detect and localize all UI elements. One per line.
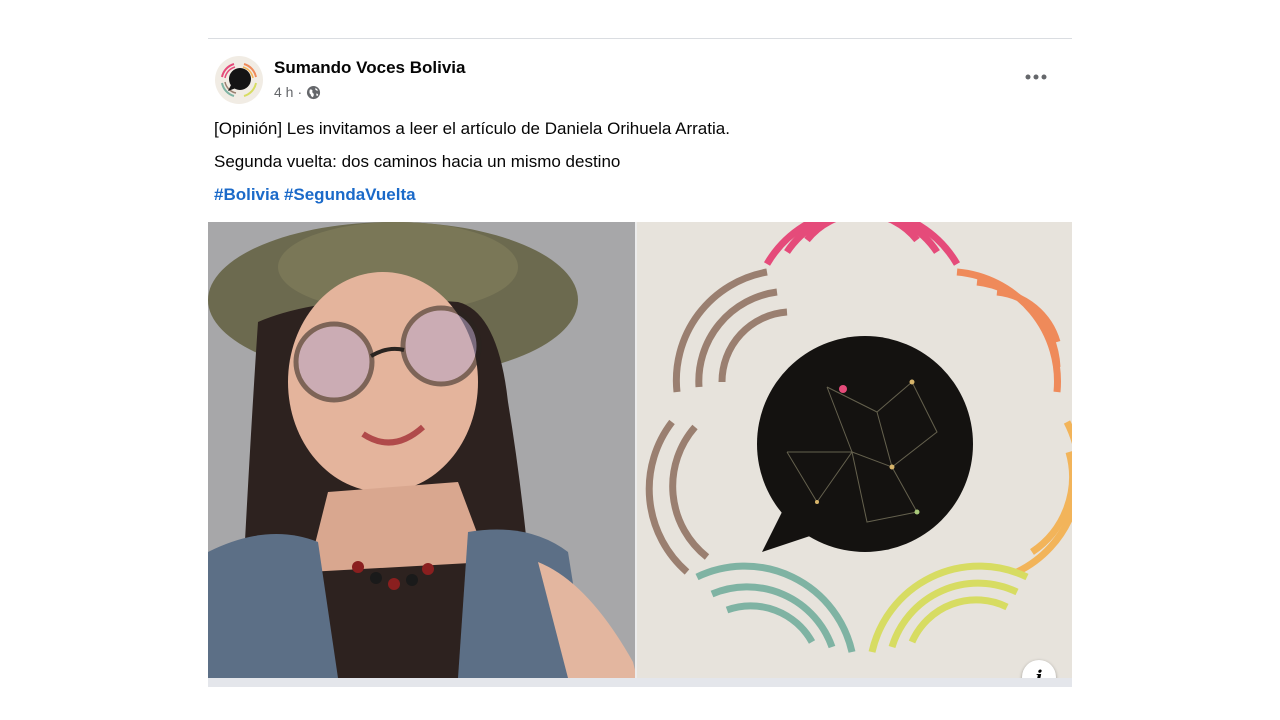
sumando-voces-logo[interactable]: [637, 222, 1072, 678]
hashtag-segunda-vuelta[interactable]: #SegundaVuelta: [284, 185, 416, 204]
post-header: Sumando Voces Bolivia 4 h ·: [208, 39, 1072, 109]
meta-separator: ·: [297, 84, 303, 100]
more-options-icon[interactable]: [1024, 71, 1050, 83]
post-text-line-2: Segunda vuelta: dos caminos hacia un mis…: [214, 152, 621, 171]
post-media[interactable]: i: [208, 222, 1072, 687]
page-name[interactable]: Sumando Voces Bolivia: [274, 58, 465, 78]
post-text-line-1: [Opinión] Les invitamos a leer el artícu…: [214, 119, 730, 138]
globe-icon: [307, 85, 321, 99]
reactions-bar-edge: [208, 678, 1072, 687]
page-avatar[interactable]: [214, 55, 264, 105]
post-card: Sumando Voces Bolivia 4 h · [Opinión] Le…: [208, 38, 1072, 687]
hashtag-bolivia[interactable]: #Bolivia: [214, 185, 279, 204]
post-meta: 4 h ·: [274, 84, 321, 100]
hashtags: #Bolivia #SegundaVuelta: [214, 185, 416, 205]
author-portrait-photo[interactable]: [208, 222, 637, 678]
post-time[interactable]: 4 h: [274, 84, 293, 100]
